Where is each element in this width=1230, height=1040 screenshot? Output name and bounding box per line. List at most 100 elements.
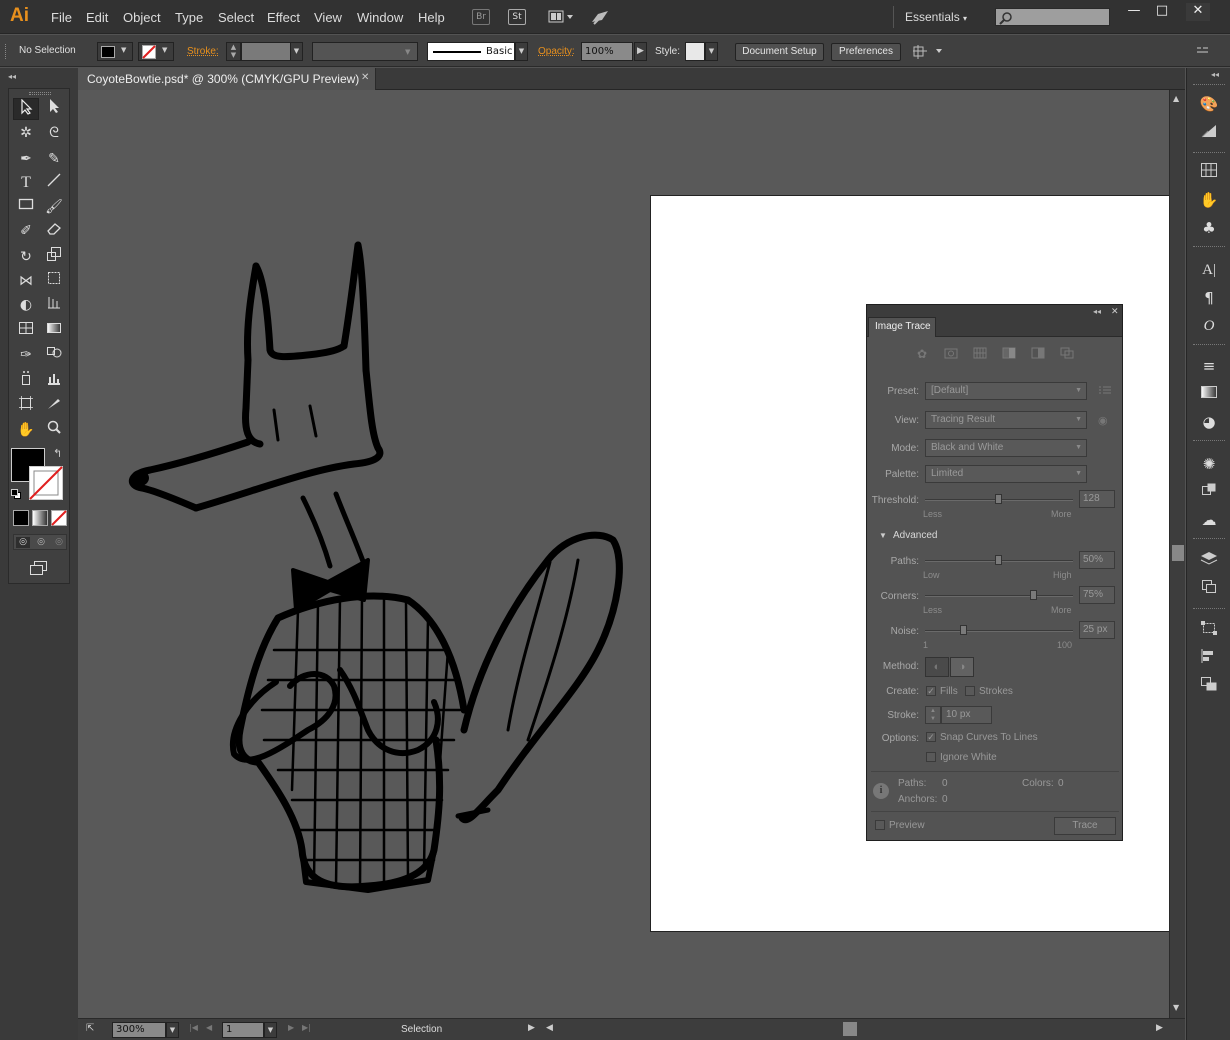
paths-field[interactable]: 50% [1079,551,1115,569]
stroke-panel-icon[interactable]: ≡ [1198,356,1220,376]
vertical-scrollbar[interactable]: ▲ ▼ [1169,90,1185,1018]
menu-select[interactable]: Select [218,10,254,25]
cc-libraries-panel-icon[interactable]: ☁ [1198,510,1220,530]
brush-definition[interactable]: Basic [427,42,515,61]
preferences-button[interactable]: Preferences [831,43,901,61]
slice-tool-icon[interactable] [41,395,67,417]
stroke-weight-stepper[interactable]: ▲ ▼ [226,42,241,61]
trace-button[interactable]: Trace [1054,817,1116,835]
layers-panel-icon[interactable] [1198,550,1220,570]
pen-tool-icon[interactable]: ✒ [13,148,39,170]
draw-behind-icon[interactable]: ◎ [34,537,48,548]
snap-curves-checkbox[interactable]: ✓ [926,732,936,742]
view-source-eye-icon[interactable]: ◉ [1098,414,1108,427]
scale-tool-icon[interactable] [41,246,67,268]
rectangle-tool-icon[interactable] [13,196,39,218]
preview-checkbox[interactable] [875,820,885,830]
minimize-button[interactable]: — [1122,3,1146,21]
workspace-switcher[interactable]: Essentials ▾ [905,10,967,24]
scroll-right-icon[interactable]: ▶ [1156,1023,1163,1033]
brush-dropdown[interactable]: ▼ [515,42,528,61]
low-color-preset-icon[interactable] [971,347,989,363]
horizontal-scroll-thumb[interactable] [843,1022,857,1036]
gradient-mode-icon[interactable] [32,510,48,526]
collapse-panel-icon[interactable]: ◂◂ [1093,307,1101,316]
default-fill-stroke-icon[interactable] [11,489,21,499]
close-tab-icon[interactable]: ✕ [361,72,369,83]
overlapping-method-icon[interactable]: ◑ [950,657,974,677]
status-menu-icon[interactable]: ▶ [528,1023,535,1033]
stroke-field[interactable]: 10 px [941,706,992,724]
scroll-left-icon[interactable]: ◀ [546,1023,553,1033]
artboard-dropdown[interactable]: ▼ [264,1022,277,1038]
previous-artboard-icon[interactable]: ◀ [206,1023,212,1032]
style-dropdown[interactable]: ▼ [705,42,718,61]
symbols-panel-icon[interactable]: ♣ [1198,218,1220,238]
opentype-panel-icon[interactable]: O [1198,316,1220,336]
character-panel-icon[interactable]: A| [1198,260,1220,280]
artboard-navigation-icon[interactable]: ⇱ [86,1023,94,1034]
transform-panel-icon[interactable] [1198,620,1220,640]
opacity-field[interactable]: 100% [581,42,633,61]
none-mode-icon[interactable] [51,510,67,526]
shape-builder-tool-icon[interactable]: ◐ [13,294,39,316]
noise-field[interactable]: 25 px [1079,621,1115,639]
stroke-label[interactable]: Stroke: [187,46,219,57]
opacity-slider-toggle[interactable]: ▶ [634,42,647,61]
selection-tool-icon[interactable] [13,98,39,120]
perspective-grid-tool-icon[interactable] [41,294,67,316]
restore-button[interactable]: □ [1150,3,1174,21]
scroll-up-icon[interactable]: ▲ [1173,94,1179,103]
mode-select[interactable]: Black and White ▼ [925,439,1087,457]
lasso-tool-icon[interactable]: ᘓ [41,122,67,144]
swap-fill-stroke-icon[interactable]: ↰ [53,447,62,460]
manage-presets-icon[interactable] [1099,385,1111,395]
menu-file[interactable]: File [51,10,72,25]
align-panel-icon[interactable] [1198,648,1220,668]
draw-normal-icon[interactable]: ◎ [16,537,30,548]
fills-checkbox[interactable]: ✓ [926,686,936,696]
grayscale-preset-icon[interactable] [1000,347,1018,363]
direct-selection-tool-icon[interactable] [41,98,67,120]
rotate-tool-icon[interactable]: ↻ [13,246,39,268]
screen-mode-icon[interactable] [27,559,51,577]
color-guide-panel-icon[interactable] [1198,123,1220,143]
stroke-swatch[interactable] [29,466,63,500]
zoom-dropdown[interactable]: ▼ [166,1022,179,1038]
draw-inside-icon[interactable]: ◎ [52,537,66,548]
corners-slider[interactable] [925,590,1073,600]
paths-slider-thumb[interactable] [995,555,1002,565]
swatches-panel-icon[interactable] [1198,162,1220,182]
close-window-button[interactable]: ✕ [1186,3,1210,21]
noise-slider[interactable] [925,625,1073,635]
blend-tool-icon[interactable] [41,344,67,366]
stock-button[interactable]: St [508,9,526,25]
view-select[interactable]: Tracing Result ▼ [925,411,1087,429]
preset-select[interactable]: [Default] ▼ [925,382,1087,400]
document-tab[interactable]: CoyoteBowtie.psd* @ 300% (CMYK/GPU Previ… [78,68,376,90]
opacity-label[interactable]: Opacity: [538,46,575,57]
arrange-documents-icon[interactable] [548,9,576,25]
expand-panels-icon[interactable]: ◂◂ [1211,70,1219,79]
menu-edit[interactable]: Edit [86,10,108,25]
document-setup-button[interactable]: Document Setup [735,43,824,61]
paths-slider[interactable] [925,555,1073,565]
color-panel-icon[interactable]: 🎨 [1198,94,1220,114]
abutting-method-icon[interactable]: ◐ [925,657,949,677]
type-tool-icon[interactable]: T [13,172,39,194]
image-trace-tab[interactable]: Image Trace [868,317,936,337]
black-white-preset-icon[interactable] [1029,347,1047,363]
magic-wand-tool-icon[interactable]: ✲ [13,122,39,144]
paragraph-panel-icon[interactable]: ¶ [1198,288,1220,308]
color-mode-icon[interactable] [13,510,29,526]
brushes-panel-icon[interactable]: ✋ [1198,190,1220,210]
last-artboard-icon[interactable]: ▶| [302,1023,311,1032]
stroke-color-swatch[interactable]: ▼ [138,42,174,61]
close-panel-icon[interactable]: ✕ [1111,306,1119,317]
stroke-stepper[interactable]: ▲ ▼ [925,706,941,724]
paintbrush-tool-icon[interactable]: 🖌 [41,196,67,218]
free-transform-tool-icon[interactable] [41,270,67,292]
next-artboard-icon[interactable]: ▶ [288,1023,294,1032]
mesh-tool-icon[interactable] [13,320,39,342]
noise-slider-thumb[interactable] [960,625,967,635]
